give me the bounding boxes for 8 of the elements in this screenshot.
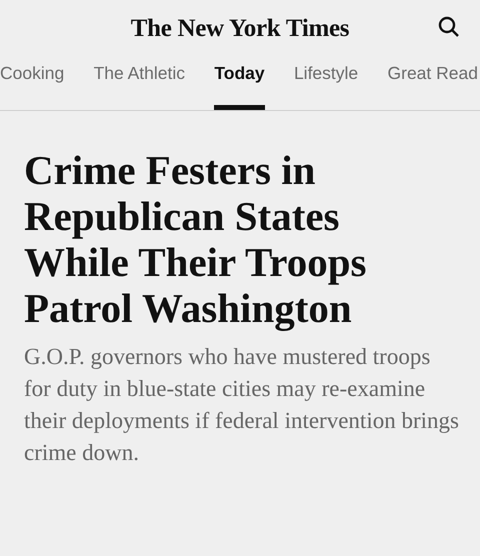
- section-tab[interactable]: Today: [214, 54, 265, 110]
- section-tab[interactable]: Cooking: [0, 54, 64, 110]
- section-tab[interactable]: Great Read: [388, 54, 478, 110]
- newspaper-logo: The New York Times: [130, 15, 350, 43]
- article-headline[interactable]: Crime Festers in Republican States While Their Troops Patrol Washington: [24, 147, 424, 331]
- section-tab[interactable]: The Athletic: [94, 54, 186, 110]
- article-summary: G.O.P. governors who have mustered troops for duty in blue-state cities may re-examine their deployments if federal intervention brings crime down.: [24, 343, 460, 467]
- section-tab[interactable]: Lifestyle: [294, 54, 358, 110]
